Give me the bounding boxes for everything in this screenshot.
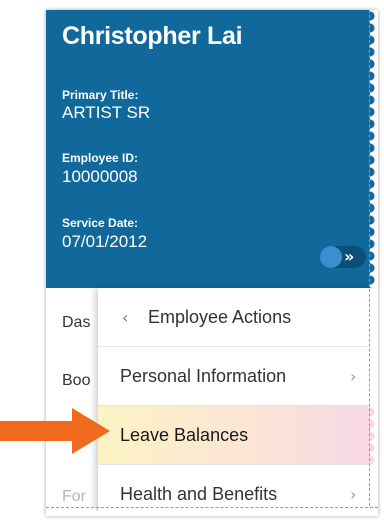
menu-toggle[interactable]: »	[320, 246, 366, 268]
orange-arrow-icon	[0, 408, 110, 454]
chevron-right-icon: ›	[350, 484, 357, 504]
back-to-employee-actions[interactable]: ‹ Employee Actions	[98, 288, 378, 347]
menu-item-leave-balances[interactable]: Leave Balances	[98, 406, 378, 465]
chevron-right-icon: ›	[350, 366, 357, 386]
menu-item-label: Personal Information	[120, 365, 287, 386]
torn-edge-right	[369, 10, 378, 516]
employee-id-label: Employee ID:	[62, 151, 139, 165]
menu-item-label: Health and Benefits	[120, 483, 278, 504]
torn-edge-bottom	[46, 507, 378, 516]
menu-item-forms[interactable]: For	[62, 488, 86, 506]
double-chevron-right-icon: »	[344, 247, 355, 266]
profile-header: Christopher Lai Primary Title: ARTIST SR…	[46, 10, 378, 288]
primary-title-label: Primary Title:	[62, 88, 139, 102]
menu-item-dashboard[interactable]: Das	[62, 314, 90, 332]
service-date-label: Service Date:	[62, 216, 139, 230]
menu-item-label: Leave Balances	[120, 424, 249, 445]
employee-id-value: 10000008	[62, 167, 138, 186]
service-date-value: 07/01/2012	[62, 232, 148, 251]
menu-item-bookmarks[interactable]: Boo	[62, 372, 90, 390]
employee-actions-panel: ‹ Employee Actions Personal Information …	[98, 288, 378, 516]
primary-title-value: ARTIST SR	[62, 103, 151, 122]
chevron-left-icon: ‹	[122, 307, 129, 327]
employee-name: Christopher Lai	[62, 22, 243, 50]
main-menu-behind: Das Boo For	[46, 288, 106, 516]
panel-title: Employee Actions	[148, 306, 292, 327]
toggle-knob-icon	[320, 246, 342, 268]
menu-item-personal-information[interactable]: Personal Information ›	[98, 347, 378, 406]
